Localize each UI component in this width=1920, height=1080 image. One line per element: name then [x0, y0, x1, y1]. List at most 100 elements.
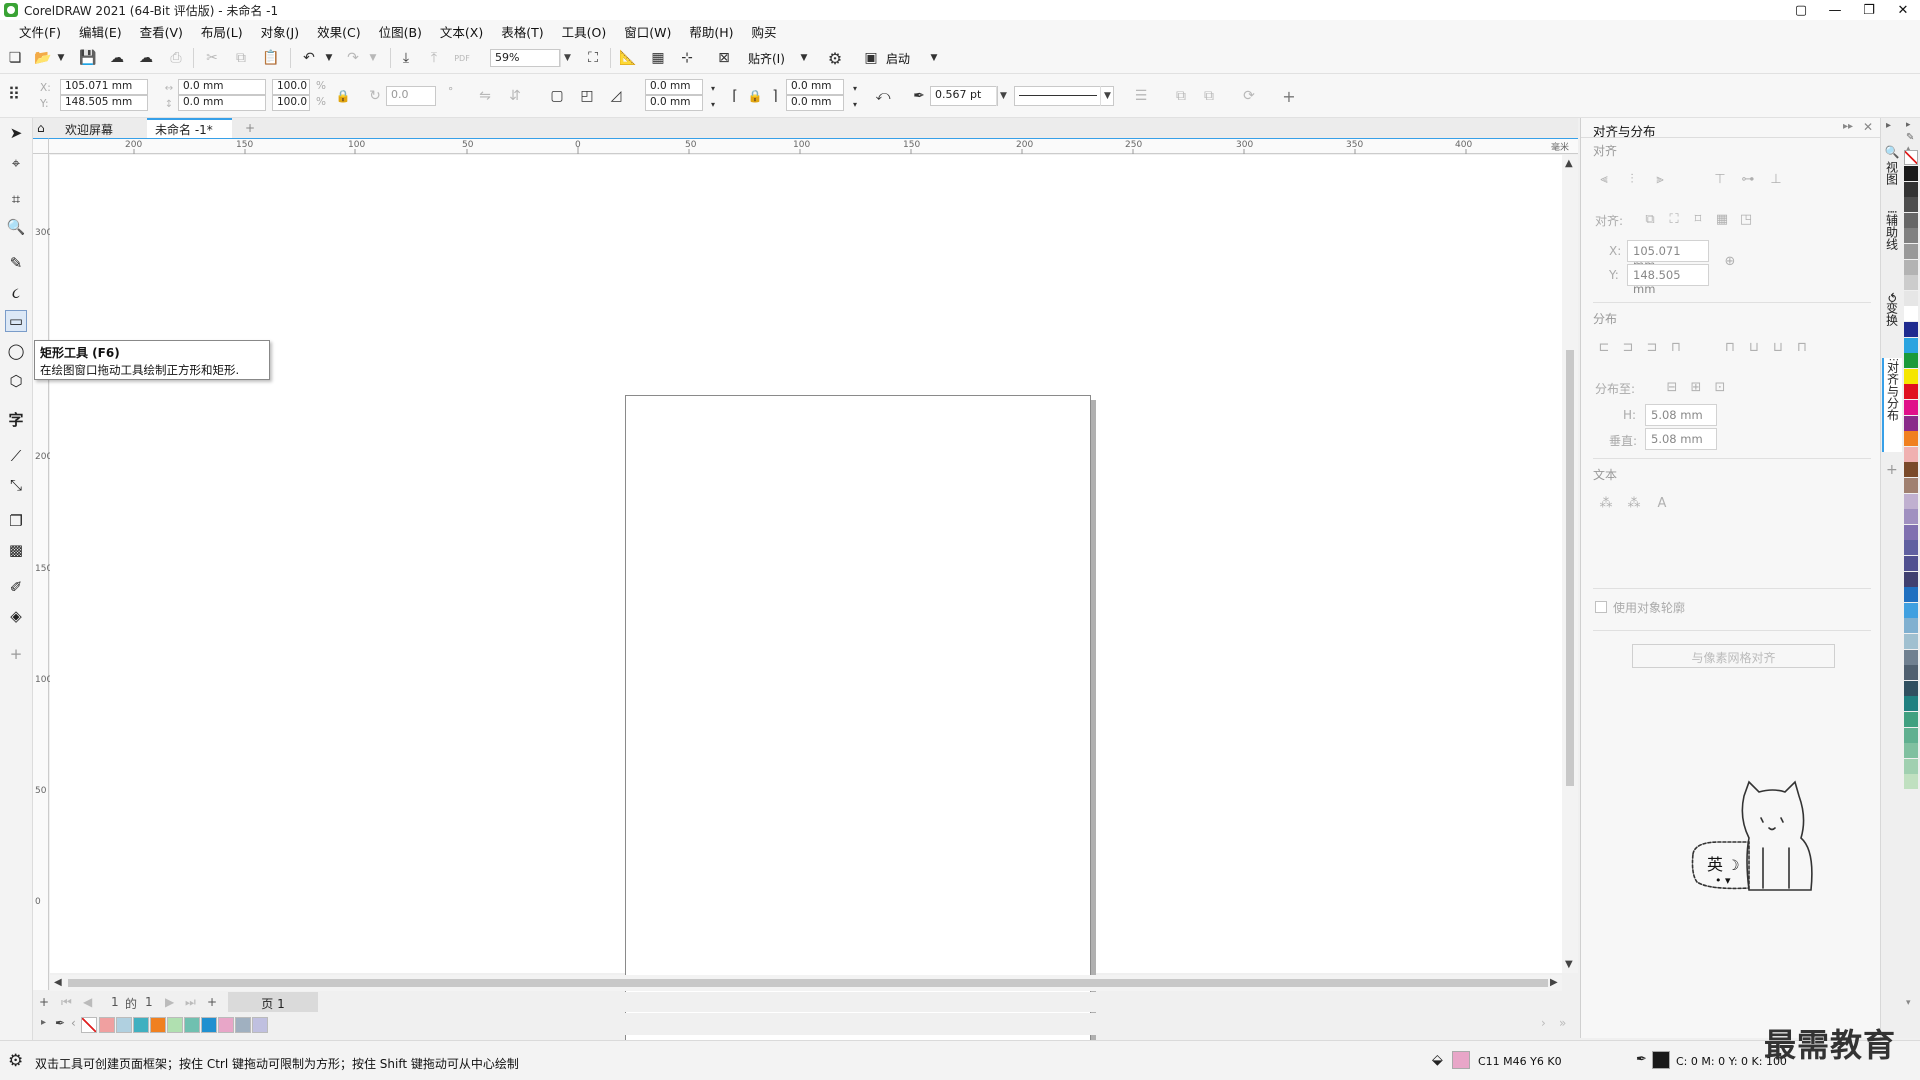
first-page-icon[interactable]: ⏮: [61, 995, 72, 1010]
tab-untitled-document[interactable]: 未命名 -1*: [147, 118, 232, 138]
import-icon[interactable]: ⤓: [397, 49, 415, 67]
side-tab-transform[interactable]: ⟲ 变换: [1882, 292, 1902, 352]
document-color-swatch[interactable]: [252, 1017, 268, 1033]
horizontal-scroll-thumb[interactable]: [68, 979, 1548, 987]
undo-icon[interactable]: ↶: [300, 49, 318, 67]
vertical-scroll-thumb[interactable]: [1566, 350, 1574, 786]
add-tool-icon[interactable]: +: [5, 643, 27, 665]
scroll-right-icon[interactable]: ▶: [1550, 977, 1558, 988]
text-bounding-box-icon[interactable]: A: [1653, 494, 1671, 512]
ruler-origin[interactable]: [33, 138, 49, 154]
corner-top-left-field[interactable]: 0.0 mm: [645, 79, 703, 95]
full-screen-icon[interactable]: ⛶: [584, 49, 602, 67]
interactive-fill-tool-icon[interactable]: ◈: [5, 605, 27, 627]
palette-color-swatch[interactable]: [1904, 446, 1918, 462]
palette-expand-icon[interactable]: ▸: [41, 1017, 46, 1028]
align-to-pixel-grid-button[interactable]: 与像素网格对齐: [1632, 644, 1835, 668]
scroll-up-icon[interactable]: ▲: [1565, 158, 1573, 169]
parallel-dimension-tool-icon[interactable]: ⟋: [5, 445, 27, 467]
ellipse-tool-icon[interactable]: ◯: [5, 340, 27, 362]
previous-page-icon[interactable]: ◀: [83, 995, 92, 1009]
scalloped-corner-icon[interactable]: ◰: [578, 87, 596, 105]
open-dropdown-icon[interactable]: ▼: [52, 49, 70, 67]
options-gear-icon[interactable]: ⚙: [826, 49, 844, 68]
palette-color-swatch[interactable]: [1904, 306, 1918, 322]
current-page-number[interactable]: 1: [111, 995, 119, 1009]
side-tab-align-distribute[interactable]: ⫶ 对齐与分布: [1882, 358, 1902, 452]
restore-view-icon[interactable]: ▢: [1784, 0, 1818, 20]
show-grid-icon[interactable]: ▦: [649, 49, 667, 67]
lock-ratio-icon[interactable]: 🔒: [334, 87, 352, 105]
document-page[interactable]: [625, 395, 1091, 1051]
maximize-button[interactable]: ❐: [1852, 0, 1886, 20]
transparency-tool-icon[interactable]: ▩: [5, 539, 27, 561]
wrap-text-icon[interactable]: ☰: [1132, 87, 1150, 105]
width-field[interactable]: 0.0 mm: [178, 79, 266, 95]
align-to-active-objects-icon[interactable]: ⧉: [1641, 210, 1659, 228]
menu-buy[interactable]: 购买: [743, 22, 786, 41]
palette-color-swatch[interactable]: [1904, 509, 1918, 525]
x-position-field[interactable]: 105.071 mm: [60, 79, 148, 95]
last-page-icon[interactable]: ⏭: [185, 995, 196, 1010]
palette-color-swatch[interactable]: [1904, 384, 1918, 400]
distribute-to-selection-icon[interactable]: ⊟: [1663, 378, 1681, 396]
relative-corner-scaling-icon[interactable]: ⤺: [874, 87, 892, 105]
connector-tool-icon[interactable]: ⤡: [5, 474, 27, 496]
use-object-outline-checkbox[interactable]: [1595, 601, 1607, 613]
palette-color-swatch[interactable]: [1904, 244, 1918, 259]
palette-color-swatch[interactable]: [1904, 478, 1918, 493]
round-corner-icon[interactable]: ▢: [548, 87, 566, 105]
palette-color-swatch[interactable]: [1904, 696, 1918, 712]
align-center-horizontal-icon[interactable]: ⫶: [1623, 170, 1641, 188]
paste-icon[interactable]: 📋: [262, 49, 280, 67]
align-center-vertical-icon[interactable]: ⊶: [1739, 170, 1757, 188]
polygon-tool-icon[interactable]: ⬡: [5, 370, 27, 392]
docker-x-field[interactable]: 105.071 mm: [1627, 240, 1709, 272]
palette-menu-icon[interactable]: ▸: [1906, 120, 1911, 130]
palette-color-swatch[interactable]: [1904, 665, 1918, 681]
menu-view[interactable]: 查看(V): [131, 22, 192, 41]
document-color-swatch[interactable]: [201, 1017, 217, 1033]
document-color-swatch[interactable]: [99, 1017, 115, 1033]
menu-layout[interactable]: 布局(L): [192, 22, 252, 41]
add-page-before-icon[interactable]: +: [39, 995, 49, 1009]
corner-bl-spin-icon[interactable]: ▾: [704, 95, 722, 113]
strip-expand-icon[interactable]: ▸: [1886, 120, 1891, 131]
drop-shadow-tool-icon[interactable]: ❐: [5, 510, 27, 532]
palette-color-swatch[interactable]: [1904, 634, 1918, 649]
mirror-horizontal-icon[interactable]: ⇋: [476, 87, 494, 105]
lock-corners-icon[interactable]: 🔒: [746, 87, 764, 105]
menu-help[interactable]: 帮助(H): [680, 22, 742, 41]
text-last-baseline-icon[interactable]: ⁂: [1625, 494, 1643, 512]
corner-bottom-right-field[interactable]: 0.0 mm: [786, 95, 844, 111]
new-tab-button[interactable]: +: [237, 118, 263, 138]
cloud-import-icon[interactable]: ☁: [108, 49, 126, 67]
scroll-down-icon[interactable]: ▼: [1565, 959, 1573, 970]
palette-color-swatch[interactable]: [1904, 774, 1918, 790]
palette-color-swatch[interactable]: [1904, 212, 1918, 228]
export-icon[interactable]: ⤒: [425, 49, 443, 67]
no-fill-swatch[interactable]: [1904, 150, 1918, 165]
snap-dropdown-icon[interactable]: ▼: [795, 49, 813, 67]
zoom-dropdown-icon[interactable]: ▼: [560, 49, 574, 67]
palette-color-swatch[interactable]: [1904, 727, 1918, 743]
corner-br-spin-icon[interactable]: ▾: [846, 95, 864, 113]
docker-collapse-icon[interactable]: ▸▸: [1843, 121, 1853, 132]
distribute-to-page-icon[interactable]: ⊞: [1687, 378, 1705, 396]
palette-color-swatch[interactable]: [1904, 743, 1918, 759]
artistic-media-tool-icon[interactable]: ૮: [5, 282, 27, 304]
zoom-level-field[interactable]: 59%: [490, 49, 560, 67]
side-tab-guidelines[interactable]: ⁞ 辅助线: [1882, 210, 1902, 286]
line-style-dropdown-icon[interactable]: ▼: [1100, 86, 1114, 106]
add-docker-icon[interactable]: +: [1886, 462, 1898, 478]
palette-color-swatch[interactable]: [1904, 322, 1918, 337]
docker-y-field[interactable]: 148.505 mm: [1627, 264, 1709, 296]
document-color-swatch[interactable]: [184, 1017, 200, 1033]
redo-icon[interactable]: ↷: [344, 49, 362, 67]
palette-color-swatch[interactable]: [1904, 649, 1918, 665]
document-color-swatch[interactable]: [167, 1017, 183, 1033]
outline-width-field[interactable]: 0.567 pt: [930, 86, 998, 106]
palette-color-swatch[interactable]: [1904, 228, 1918, 244]
distribute-right-icon[interactable]: ⊐: [1643, 338, 1661, 356]
vertical-scrollbar[interactable]: ▲ ▼: [1562, 155, 1578, 973]
